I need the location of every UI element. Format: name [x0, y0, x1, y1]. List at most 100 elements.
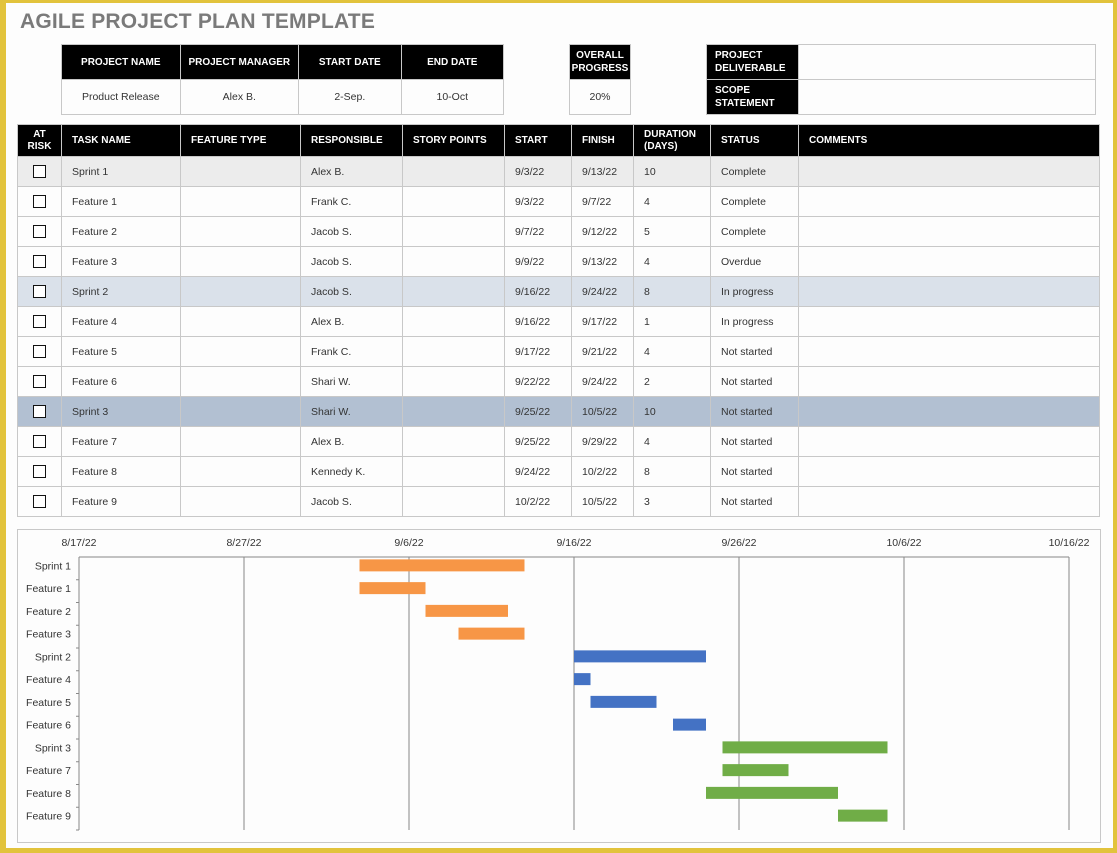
- duration-cell[interactable]: 1: [633, 306, 711, 337]
- responsible-cell[interactable]: Alex B.: [300, 156, 403, 187]
- duration-cell[interactable]: 8: [633, 456, 711, 487]
- at-risk-checkbox[interactable]: [33, 255, 46, 268]
- finish-cell[interactable]: 9/21/22: [571, 336, 634, 367]
- responsible-cell[interactable]: Shari W.: [300, 366, 403, 397]
- at-risk-checkbox[interactable]: [33, 405, 46, 418]
- scope-statement-cell[interactable]: [798, 79, 1096, 115]
- responsible-cell[interactable]: Jacob S.: [300, 216, 403, 247]
- comments-cell[interactable]: [798, 396, 1100, 427]
- story-points-cell[interactable]: [402, 156, 505, 187]
- comments-cell[interactable]: [798, 186, 1100, 217]
- finish-cell[interactable]: 10/5/22: [571, 396, 634, 427]
- start-cell[interactable]: 9/7/22: [504, 216, 572, 247]
- task-name-cell[interactable]: Feature 8: [61, 456, 181, 487]
- comments-cell[interactable]: [798, 276, 1100, 307]
- feature-type-cell[interactable]: [180, 246, 301, 277]
- at-risk-checkbox[interactable]: [33, 345, 46, 358]
- responsible-cell[interactable]: Alex B.: [300, 306, 403, 337]
- comments-cell[interactable]: [798, 306, 1100, 337]
- responsible-cell[interactable]: Alex B.: [300, 426, 403, 457]
- status-cell[interactable]: Overdue: [710, 246, 799, 277]
- feature-type-cell[interactable]: [180, 186, 301, 217]
- start-cell[interactable]: 9/22/22: [504, 366, 572, 397]
- comments-cell[interactable]: [798, 336, 1100, 367]
- at-risk-checkbox[interactable]: [33, 465, 46, 478]
- task-name-cell[interactable]: Sprint 1: [61, 156, 181, 187]
- task-name-cell[interactable]: Sprint 3: [61, 396, 181, 427]
- story-points-cell[interactable]: [402, 306, 505, 337]
- duration-cell[interactable]: 8: [633, 276, 711, 307]
- start-date-cell[interactable]: 2-Sep.: [298, 79, 402, 115]
- project-manager-cell[interactable]: Alex B.: [179, 79, 300, 115]
- story-points-cell[interactable]: [402, 396, 505, 427]
- finish-cell[interactable]: 9/24/22: [571, 366, 634, 397]
- finish-cell[interactable]: 9/29/22: [571, 426, 634, 457]
- task-name-cell[interactable]: Feature 2: [61, 216, 181, 247]
- responsible-cell[interactable]: Frank C.: [300, 336, 403, 367]
- story-points-cell[interactable]: [402, 246, 505, 277]
- task-name-cell[interactable]: Feature 3: [61, 246, 181, 277]
- comments-cell[interactable]: [798, 216, 1100, 247]
- overall-progress-value[interactable]: 20%: [569, 79, 631, 115]
- task-name-cell[interactable]: Feature 4: [61, 306, 181, 337]
- finish-cell[interactable]: 9/7/22: [571, 186, 634, 217]
- end-date-cell[interactable]: 10-Oct: [400, 79, 505, 115]
- duration-cell[interactable]: 4: [633, 336, 711, 367]
- finish-cell[interactable]: 9/17/22: [571, 306, 634, 337]
- comments-cell[interactable]: [798, 156, 1100, 187]
- start-cell[interactable]: 9/9/22: [504, 246, 572, 277]
- feature-type-cell[interactable]: [180, 336, 301, 367]
- finish-cell[interactable]: 9/13/22: [571, 156, 634, 187]
- start-cell[interactable]: 9/25/22: [504, 396, 572, 427]
- feature-type-cell[interactable]: [180, 426, 301, 457]
- responsible-cell[interactable]: Jacob S.: [300, 486, 403, 517]
- feature-type-cell[interactable]: [180, 366, 301, 397]
- status-cell[interactable]: Not started: [710, 456, 799, 487]
- duration-cell[interactable]: 4: [633, 246, 711, 277]
- task-name-cell[interactable]: Feature 5: [61, 336, 181, 367]
- feature-type-cell[interactable]: [180, 156, 301, 187]
- feature-type-cell[interactable]: [180, 276, 301, 307]
- finish-cell[interactable]: 9/12/22: [571, 216, 634, 247]
- project-deliverable-cell[interactable]: [798, 44, 1096, 80]
- duration-cell[interactable]: 2: [633, 366, 711, 397]
- start-cell[interactable]: 10/2/22: [504, 486, 572, 517]
- duration-cell[interactable]: 10: [633, 396, 711, 427]
- story-points-cell[interactable]: [402, 336, 505, 367]
- start-cell[interactable]: 9/3/22: [504, 156, 572, 187]
- responsible-cell[interactable]: Kennedy K.: [300, 456, 403, 487]
- comments-cell[interactable]: [798, 366, 1100, 397]
- feature-type-cell[interactable]: [180, 486, 301, 517]
- finish-cell[interactable]: 9/13/22: [571, 246, 634, 277]
- task-name-cell[interactable]: Sprint 2: [61, 276, 181, 307]
- status-cell[interactable]: Not started: [710, 366, 799, 397]
- start-cell[interactable]: 9/3/22: [504, 186, 572, 217]
- start-cell[interactable]: 9/16/22: [504, 306, 572, 337]
- responsible-cell[interactable]: Frank C.: [300, 186, 403, 217]
- at-risk-checkbox[interactable]: [33, 375, 46, 388]
- status-cell[interactable]: Complete: [710, 216, 799, 247]
- responsible-cell[interactable]: Jacob S.: [300, 276, 403, 307]
- start-cell[interactable]: 9/24/22: [504, 456, 572, 487]
- at-risk-checkbox[interactable]: [33, 315, 46, 328]
- status-cell[interactable]: Not started: [710, 396, 799, 427]
- story-points-cell[interactable]: [402, 366, 505, 397]
- start-cell[interactable]: 9/17/22: [504, 336, 572, 367]
- at-risk-checkbox[interactable]: [33, 495, 46, 508]
- duration-cell[interactable]: 5: [633, 216, 711, 247]
- story-points-cell[interactable]: [402, 456, 505, 487]
- duration-cell[interactable]: 10: [633, 156, 711, 187]
- comments-cell[interactable]: [798, 456, 1100, 487]
- status-cell[interactable]: Not started: [710, 486, 799, 517]
- comments-cell[interactable]: [798, 486, 1100, 517]
- comments-cell[interactable]: [798, 246, 1100, 277]
- story-points-cell[interactable]: [402, 276, 505, 307]
- start-cell[interactable]: 9/25/22: [504, 426, 572, 457]
- responsible-cell[interactable]: Jacob S.: [300, 246, 403, 277]
- status-cell[interactable]: In progress: [710, 276, 799, 307]
- at-risk-checkbox[interactable]: [33, 285, 46, 298]
- finish-cell[interactable]: 9/24/22: [571, 276, 634, 307]
- at-risk-checkbox[interactable]: [33, 225, 46, 238]
- story-points-cell[interactable]: [402, 186, 505, 217]
- story-points-cell[interactable]: [402, 426, 505, 457]
